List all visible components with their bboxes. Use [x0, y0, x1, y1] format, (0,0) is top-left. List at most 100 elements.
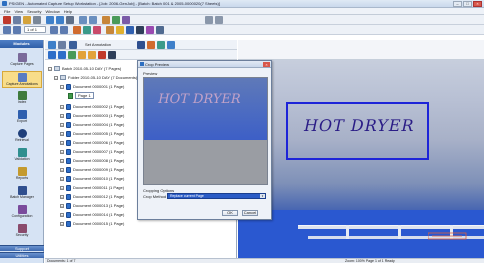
tree-document-15[interactable]: + Document 0000015 (1 Page)	[60, 220, 124, 227]
tree-document-1[interactable]: − Document 0000001 (1 Page)	[60, 83, 124, 90]
sidebar-item-configuration[interactable]: Configuration	[2, 204, 42, 221]
remove-icon[interactable]	[98, 51, 106, 59]
menu-window[interactable]: Window	[46, 8, 60, 14]
cancel-button[interactable]: Cancel	[242, 210, 258, 216]
zoom-out-icon[interactable]	[56, 16, 64, 24]
sidebar-item-security[interactable]: Security	[2, 223, 42, 240]
expand-icon[interactable]: +	[60, 122, 64, 127]
sidebar-item-validation[interactable]: Validation	[2, 147, 42, 164]
scan-icon[interactable]	[13, 16, 21, 24]
menu-file[interactable]: File	[4, 8, 10, 14]
tree-folder[interactable]: − Folder 2010-05-10 DAY (7 Documents)	[54, 74, 137, 81]
annotation-icon[interactable]	[73, 26, 81, 34]
image-icon[interactable]	[108, 51, 116, 59]
rotate-right-icon[interactable]	[89, 16, 97, 24]
expand-icon[interactable]: +	[60, 158, 64, 163]
zoom-in-icon[interactable]	[46, 16, 54, 24]
folder-icon[interactable]	[78, 51, 86, 59]
expand-icon[interactable]: +	[60, 149, 64, 154]
expand-icon[interactable]: +	[60, 212, 64, 217]
tree-document-14[interactable]: + Document 0000014 (1 Page)	[60, 211, 124, 218]
sidebar-item-reports[interactable]: Reports	[2, 166, 42, 183]
image-viewer[interactable]: HOT DRYER	[238, 40, 484, 258]
tree-document-5[interactable]: + Document 0000005 (1 Page)	[60, 130, 124, 137]
dialog-close-button[interactable]: ×	[263, 62, 270, 67]
tree-document-4[interactable]: + Document 0000004 (1 Page)	[60, 121, 124, 128]
page-selector[interactable]: 1 of 1	[24, 26, 46, 33]
collapse-icon[interactable]: −	[60, 84, 64, 89]
settings-icon[interactable]	[205, 16, 213, 24]
tree-document-13[interactable]: + Document 0000013 (1 Page)	[60, 202, 124, 209]
sidebar-utilities-button[interactable]: Utilities	[0, 252, 44, 258]
split-icon[interactable]	[58, 41, 66, 49]
tree-document-11[interactable]: + Document 0000011 (1 Page)	[60, 184, 124, 191]
ok-button[interactable]: OK	[222, 210, 238, 216]
tree-document-2[interactable]: + Document 0000002 (1 Page)	[60, 103, 124, 110]
crop-selection-rectangle[interactable]	[286, 102, 429, 160]
flag-icon[interactable]	[147, 41, 155, 49]
deskew-icon[interactable]	[112, 16, 120, 24]
brightness-icon[interactable]	[116, 26, 124, 34]
maximize-button[interactable]: □	[463, 1, 472, 7]
highlight-icon[interactable]	[83, 26, 91, 34]
expand-icon[interactable]: +	[60, 140, 64, 145]
merge-icon[interactable]	[69, 41, 77, 49]
tree-document-3[interactable]: + Document 0000003 (1 Page)	[60, 112, 124, 119]
expand-icon[interactable]: +	[60, 185, 64, 190]
sidebar-item-capture-pages[interactable]: Capture Pages	[2, 52, 42, 69]
invert-icon[interactable]	[136, 26, 144, 34]
collapse-icon[interactable]: −	[54, 75, 58, 80]
contrast-icon[interactable]	[126, 26, 134, 34]
rotate-left-icon[interactable]	[79, 16, 87, 24]
previous-page-icon[interactable]	[13, 26, 21, 34]
collapse-all-icon[interactable]	[58, 51, 66, 59]
tree-document-8[interactable]: + Document 0000008 (1 Page)	[60, 157, 124, 164]
sidebar-item-capture-annotations[interactable]: Capture Annotations	[2, 71, 42, 88]
next-page-icon[interactable]	[50, 26, 58, 34]
crop-icon[interactable]	[102, 16, 110, 24]
sidebar-item-index[interactable]: Index	[2, 90, 42, 107]
delete-icon[interactable]	[3, 16, 11, 24]
crop-method-select[interactable]: Replace current Page ▾	[167, 193, 266, 199]
print-icon[interactable]	[33, 16, 41, 24]
expand-icon[interactable]: +	[60, 104, 64, 109]
expand-icon[interactable]: +	[60, 167, 64, 172]
tree-document-9[interactable]: + Document 0000009 (1 Page)	[60, 166, 124, 173]
menu-security[interactable]: Security	[27, 8, 41, 14]
tree-document-6[interactable]: + Document 0000006 (1 Page)	[60, 139, 124, 146]
help-icon[interactable]	[167, 41, 175, 49]
image-adjust-icon[interactable]	[106, 26, 114, 34]
expand-all-icon[interactable]	[48, 51, 56, 59]
tree-page-1[interactable]: Page 1	[68, 92, 94, 99]
expand-icon[interactable]: +	[60, 221, 64, 226]
tree-document-7[interactable]: + Document 0000007 (1 Page)	[60, 148, 124, 155]
menu-view[interactable]: View	[14, 8, 23, 14]
refresh-icon[interactable]	[157, 41, 165, 49]
sidebar-support-button[interactable]: Support	[0, 245, 44, 251]
sidebar-item-export[interactable]: Export	[2, 109, 42, 126]
tree-root[interactable]: − Batch 2010-05-10 DAY (7 Pages)	[48, 65, 121, 72]
options-icon[interactable]	[215, 16, 223, 24]
collapse-icon[interactable]: −	[48, 66, 52, 71]
go-icon[interactable]	[137, 41, 145, 49]
stamp-icon[interactable]	[93, 26, 101, 34]
menu-help[interactable]: Help	[64, 8, 72, 14]
folder-open-icon[interactable]	[88, 51, 96, 59]
expand-icon[interactable]: +	[60, 113, 64, 118]
minimize-button[interactable]: –	[453, 1, 462, 7]
sidebar-item-batch-manager[interactable]: Batch Manager	[2, 185, 42, 202]
close-button[interactable]: ×	[473, 1, 482, 7]
tree-document-12[interactable]: + Document 0000012 (1 Page)	[60, 193, 124, 200]
approve-icon[interactable]	[68, 51, 76, 59]
expand-icon[interactable]: +	[60, 194, 64, 199]
open-folder-icon[interactable]	[23, 16, 31, 24]
new-document-icon[interactable]	[48, 41, 56, 49]
first-page-icon[interactable]	[3, 26, 11, 34]
sidebar-item-retrieval[interactable]: Retrieval	[2, 128, 42, 145]
dropdown-arrow-icon[interactable]	[156, 26, 164, 34]
color-icon[interactable]	[146, 26, 154, 34]
last-page-icon[interactable]	[60, 26, 68, 34]
expand-icon[interactable]: +	[60, 203, 64, 208]
fit-page-icon[interactable]	[66, 16, 74, 24]
expand-icon[interactable]: +	[60, 131, 64, 136]
